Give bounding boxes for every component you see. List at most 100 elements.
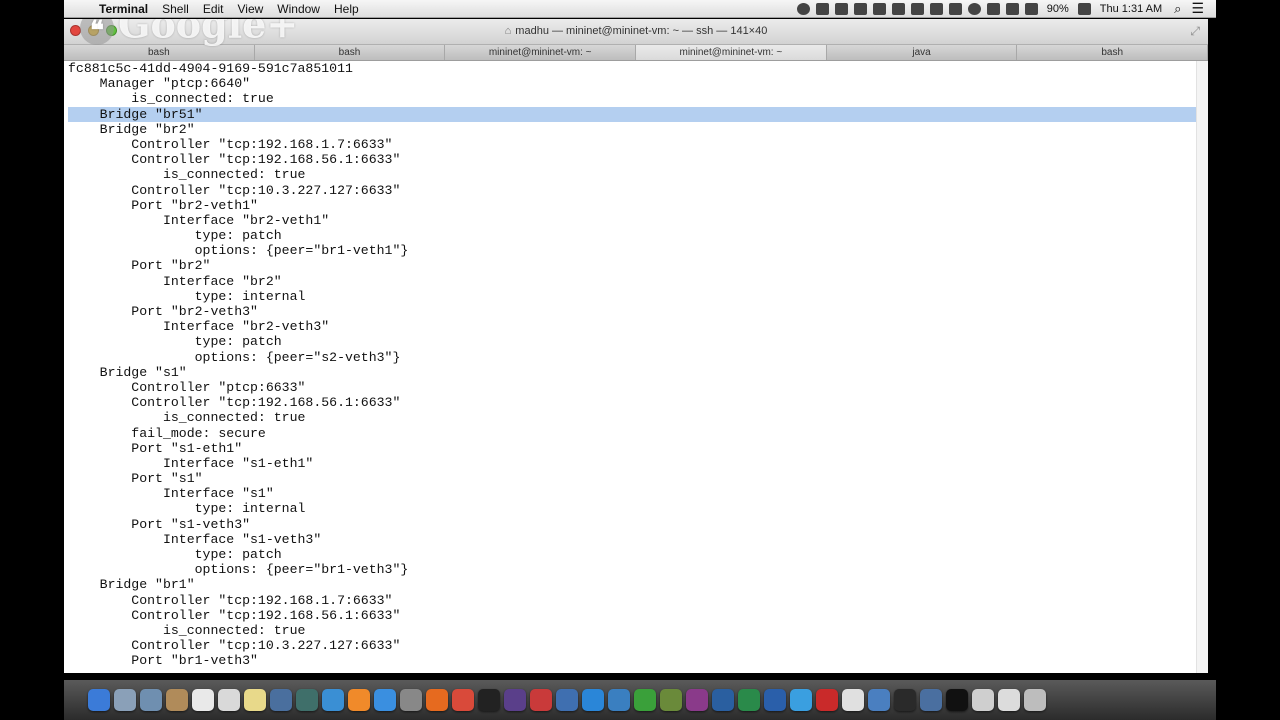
preview-icon[interactable]: [218, 689, 240, 711]
terminal-tab[interactable]: bash: [64, 45, 255, 60]
notes-icon[interactable]: [244, 689, 266, 711]
terminal-line: type: internal: [68, 288, 306, 304]
twitter-status-icon[interactable]: [872, 2, 886, 15]
terminal-line: options: {peer="br1-veth3"}: [68, 562, 409, 578]
app-status-icon[interactable]: [815, 2, 829, 15]
terminal-tab[interactable]: bash: [254, 45, 446, 60]
terminal-tab[interactable]: mininet@mininet-vm: ~: [636, 45, 827, 60]
eclipse-icon[interactable]: [504, 689, 526, 711]
terminal-tab[interactable]: java: [826, 45, 1018, 60]
word-icon[interactable]: [764, 689, 786, 711]
terminal-line: Bridge "s1": [68, 364, 187, 380]
terminal-line: Controller "tcp:192.168.56.1:6633": [68, 607, 401, 623]
terminal-tab[interactable]: bash: [1017, 45, 1208, 60]
acrobat-icon[interactable]: [816, 689, 838, 711]
cloud-status-icon[interactable]: [891, 2, 905, 15]
terminal-line: Bridge "br2": [68, 121, 195, 137]
help-status-icon[interactable]: [796, 2, 810, 15]
b-status-icon[interactable]: [929, 2, 943, 15]
virtualbox-2-icon[interactable]: [920, 689, 942, 711]
screen-status-icon[interactable]: [948, 2, 962, 15]
menu-edit[interactable]: Edit: [196, 2, 231, 16]
title-bar[interactable]: ⌂ madhu — mininet@mininet-vm: ~ — ssh — 1…: [64, 19, 1208, 46]
terminal-line: is_connected: true: [68, 622, 306, 638]
itunes-icon[interactable]: [322, 689, 344, 711]
terminal-icon[interactable]: [478, 689, 500, 711]
terminal-scrollbar[interactable]: [1196, 61, 1208, 673]
ibooks-icon[interactable]: [348, 689, 370, 711]
terminal-line: type: patch: [68, 228, 282, 244]
menu-shell[interactable]: Shell: [155, 2, 196, 16]
spotlight-search-icon[interactable]: ⌕: [1168, 1, 1187, 17]
wifi-icon[interactable]: [1005, 2, 1019, 15]
bell-status-icon[interactable]: [853, 2, 867, 15]
terminal-tab[interactable]: mininet@mininet-vm: ~: [445, 45, 637, 60]
notification-center-icon[interactable]: ☰: [1187, 0, 1208, 17]
menu-view[interactable]: View: [231, 2, 271, 16]
menu-help[interactable]: Help: [327, 2, 366, 16]
mail-icon[interactable]: [140, 689, 162, 711]
documents-icon[interactable]: [998, 689, 1020, 711]
image-capture-icon[interactable]: [296, 689, 318, 711]
virtualbox-icon[interactable]: [556, 689, 578, 711]
selected-terminal-line: Bridge "br51": [68, 106, 1196, 122]
terminal-line: type: patch: [68, 334, 282, 350]
terminal-line: type: internal: [68, 501, 306, 517]
menu-app-name[interactable]: Terminal: [92, 2, 155, 16]
skype-like-icon[interactable]: [582, 689, 604, 711]
terminal-line: Controller "tcp:10.3.227.127:6633": [68, 182, 401, 198]
photo-booth-icon[interactable]: [270, 689, 292, 711]
terminal-line: Port "br1-veth3": [68, 653, 258, 669]
close-window-button[interactable]: [70, 25, 81, 36]
terminal-line: options: {peer="br1-veth1"}: [68, 243, 409, 259]
terminal-line: options: {peer="s2-veth3"}: [68, 349, 401, 365]
shark-icon[interactable]: [608, 689, 630, 711]
app-purple-icon[interactable]: [686, 689, 708, 711]
terminal-line: fail_mode: secure: [68, 425, 266, 441]
activity-monitor-icon[interactable]: [894, 689, 916, 711]
system-preferences-icon[interactable]: [400, 689, 422, 711]
terminal-2-icon[interactable]: [946, 689, 968, 711]
terminal-line: Controller "ptcp:6633": [68, 379, 306, 395]
safari-compass-icon[interactable]: [114, 689, 136, 711]
bookmark-status-icon[interactable]: [834, 2, 848, 15]
terminal-line: Interface "s1-eth1": [68, 455, 314, 471]
chrome-icon[interactable]: [452, 689, 474, 711]
terminal-line: Interface "br2-veth1": [68, 212, 330, 228]
minimize-window-button[interactable]: [88, 25, 99, 36]
menu-clock[interactable]: Thu 1:31 AM: [1094, 3, 1168, 15]
menu-extras: 90% Thu 1:31 AM ⌕ ☰: [794, 0, 1216, 17]
trash-icon[interactable]: [1024, 689, 1046, 711]
terminal-window: ⌂ madhu — mininet@mininet-vm: ~ — ssh — 1…: [64, 19, 1208, 673]
fullscreen-icon[interactable]: ⤢: [1190, 19, 1200, 44]
time-machine-icon[interactable]: [967, 2, 981, 15]
terminal-output[interactable]: fc881c5c-41dd-4904-9169-591c7a851011 Man…: [68, 61, 1196, 671]
sticky-app-icon[interactable]: [530, 689, 552, 711]
game-icon[interactable]: [660, 689, 682, 711]
terminal-line: Manager "ptcp:6640": [68, 76, 251, 92]
battery-icon[interactable]: [1077, 2, 1091, 15]
contacts-icon[interactable]: [166, 689, 188, 711]
firefox-icon[interactable]: [426, 689, 448, 711]
volume-icon[interactable]: [1024, 2, 1038, 15]
menu-window[interactable]: Window: [270, 2, 327, 16]
wireshark-icon[interactable]: [712, 689, 734, 711]
terminal-line: Controller "tcp:192.168.56.1:6633": [68, 395, 401, 411]
keynote-icon[interactable]: [868, 689, 890, 711]
app-store-icon[interactable]: [374, 689, 396, 711]
finder-icon[interactable]: [88, 689, 110, 711]
zoom-window-button[interactable]: [106, 25, 117, 36]
excel-icon[interactable]: [738, 689, 760, 711]
magnifier-icon[interactable]: [972, 689, 994, 711]
battery-percent[interactable]: 90%: [1041, 3, 1075, 15]
bluetooth-icon[interactable]: [986, 2, 1000, 15]
dropbox-status-icon[interactable]: [910, 2, 924, 15]
window-controls: [70, 25, 124, 36]
terminal-line: Port "s1-eth1": [68, 440, 243, 456]
minecraft-icon[interactable]: [634, 689, 656, 711]
terminal-line: Interface "br2": [68, 273, 282, 289]
twitter-icon[interactable]: [790, 689, 812, 711]
calendar-icon[interactable]: [192, 689, 214, 711]
dock: [64, 680, 1216, 720]
pages-icon[interactable]: [842, 689, 864, 711]
